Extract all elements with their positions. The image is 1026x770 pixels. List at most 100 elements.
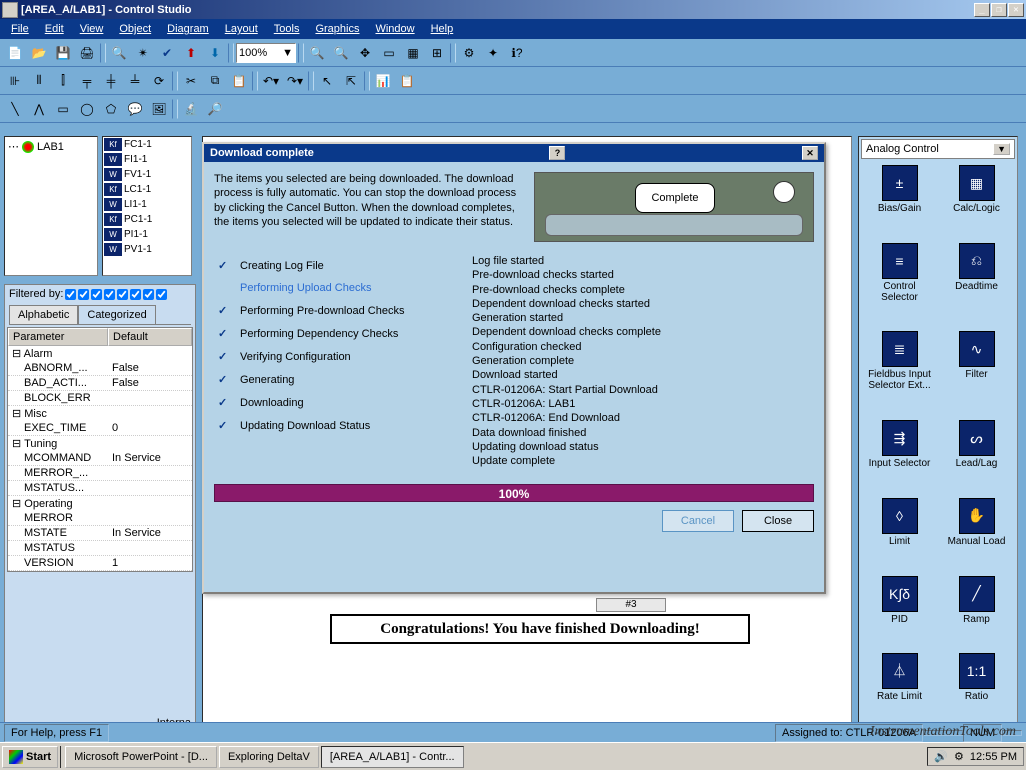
filter-checkbox[interactable]	[156, 289, 167, 300]
filter-checkbox[interactable]	[78, 289, 89, 300]
zoom-out-icon[interactable]: 🔍	[330, 42, 352, 64]
help-icon[interactable]: ℹ?	[506, 42, 528, 64]
column-parameter[interactable]: Parameter	[8, 328, 108, 346]
filter-checkbox[interactable]	[65, 289, 76, 300]
tray-icon[interactable]: 🔊	[934, 750, 948, 763]
param-group[interactable]: ⊟ Operating	[8, 496, 192, 511]
save-icon[interactable]: 💾	[52, 42, 74, 64]
param-row[interactable]: BLOCK_ERR	[8, 391, 192, 406]
palette-item[interactable]: ≡Control Selector	[863, 243, 936, 328]
palette-item[interactable]: K∫δPID	[863, 576, 936, 650]
dialog-close-button[interactable]: ✕	[802, 146, 818, 160]
block-item[interactable]: WFV1-1	[103, 167, 191, 182]
param-row[interactable]: MCOMMANDIn Service	[8, 451, 192, 466]
filter-checkbox[interactable]	[91, 289, 102, 300]
menu-view[interactable]: View	[73, 21, 111, 37]
tree-node-lab1[interactable]: ⋯ LAB1	[7, 139, 95, 154]
align-left-icon[interactable]: ⊪	[4, 70, 26, 92]
param-row[interactable]: EXEC_TIME0	[8, 421, 192, 436]
restore-button[interactable]: ❐	[991, 3, 1007, 17]
param-group[interactable]: ⊟ Misc	[8, 406, 192, 421]
palette-item[interactable]: ∿Filter	[940, 331, 1013, 416]
task-exploring-deltav[interactable]: Exploring DeltaV	[219, 746, 319, 768]
start-button[interactable]: Start	[2, 746, 58, 768]
up-arrow-icon[interactable]: ⬆	[180, 42, 202, 64]
param-row[interactable]: MERROR_...	[8, 466, 192, 481]
find-icon[interactable]: 🔍	[108, 42, 130, 64]
palette-item[interactable]: ⎌Deadtime	[940, 243, 1013, 328]
tab-alphabetic[interactable]: Alphabetic	[9, 305, 78, 324]
param-row[interactable]: MERROR	[8, 511, 192, 526]
block-item[interactable]: WFI1-1	[103, 152, 191, 167]
zoom-combobox[interactable]: 100%▼	[236, 43, 296, 63]
param-row[interactable]: MSTATUS	[8, 541, 192, 556]
palette-item[interactable]: ⇶Input Selector	[863, 420, 936, 494]
palette-item[interactable]: ╱Ramp	[940, 576, 1013, 650]
fit-view-icon[interactable]: ▭	[378, 42, 400, 64]
palette-item[interactable]: ᔕLead/Lag	[940, 420, 1013, 494]
filter-checkbox[interactable]	[104, 289, 115, 300]
filter-checkbox[interactable]	[143, 289, 154, 300]
undo-icon[interactable]: ↶▾	[260, 70, 282, 92]
zoom-tool-icon[interactable]: 🔎	[204, 98, 226, 120]
check-icon[interactable]: ✔	[156, 42, 178, 64]
menu-layout[interactable]: Layout	[218, 21, 265, 37]
block-item[interactable]: KfLC1-1	[103, 182, 191, 197]
menu-graphics[interactable]: Graphics	[308, 21, 366, 37]
palette-category-dropdown[interactable]: Analog Control	[861, 139, 1015, 159]
paste-icon[interactable]: 📋	[228, 70, 250, 92]
block-item[interactable]: KfFC1-1	[103, 137, 191, 152]
param-row[interactable]: MSTATUS...	[8, 481, 192, 496]
param-row[interactable]: VERSION1	[8, 556, 192, 571]
param-group[interactable]: ⊟ Alarm	[8, 346, 192, 361]
param-row[interactable]: ABNORM_...False	[8, 361, 192, 376]
palette-item[interactable]: ⏃Rate Limit	[863, 653, 936, 727]
minimize-button[interactable]: _	[974, 3, 990, 17]
palette-item[interactable]: 1:1Ratio	[940, 653, 1013, 727]
close-dialog-button[interactable]: Close	[742, 510, 814, 532]
filter-checkbox[interactable]	[130, 289, 141, 300]
clipboard-icon[interactable]: 📋	[396, 70, 418, 92]
align-bottom-icon[interactable]: ╧	[124, 70, 146, 92]
block-item[interactable]: WLI1-1	[103, 197, 191, 212]
print-icon[interactable]: 🖨	[76, 42, 98, 64]
open-icon[interactable]: 📂	[28, 42, 50, 64]
menu-edit[interactable]: Edit	[38, 21, 71, 37]
palette-item[interactable]: ✋Manual Load	[940, 498, 1013, 572]
block-list[interactable]: KfFC1-1WFI1-1WFV1-1KfLC1-1WLI1-1KfPC1-1W…	[102, 136, 192, 276]
param-row[interactable]: BAD_ACTI...False	[8, 376, 192, 391]
callout-tool-icon[interactable]: 💬	[124, 98, 146, 120]
grid-icon[interactable]: ⊞	[426, 42, 448, 64]
tab-categorized[interactable]: Categorized	[78, 305, 155, 324]
block-item[interactable]: WPV1-1	[103, 242, 191, 257]
align-top-icon[interactable]: ╤	[76, 70, 98, 92]
param-row[interactable]: MSTATEIn Service	[8, 526, 192, 541]
rect-tool-icon[interactable]: ▭	[52, 98, 74, 120]
tool-icon[interactable]: ⚙	[458, 42, 480, 64]
rotate-icon[interactable]: ⟳	[148, 70, 170, 92]
parameter-grid[interactable]: Parameter Default ⊟ AlarmABNORM_...False…	[7, 327, 193, 572]
inspect-tool-icon[interactable]: 🔬	[180, 98, 202, 120]
palette-item[interactable]: ±Bias/Gain	[863, 165, 936, 239]
pointer-icon[interactable]: ↖	[316, 70, 338, 92]
task-powerpoint[interactable]: Microsoft PowerPoint - [D...	[65, 746, 217, 768]
tray-icon[interactable]: ⚙	[954, 750, 964, 763]
probe-icon[interactable]: ⇱	[340, 70, 362, 92]
palette-item[interactable]: ◊Limit	[863, 498, 936, 572]
menu-file[interactable]: File	[4, 21, 36, 37]
down-arrow-icon[interactable]: ⬇	[204, 42, 226, 64]
graphics-icon[interactable]: ✴	[132, 42, 154, 64]
filter-checkbox[interactable]	[117, 289, 128, 300]
param-group[interactable]: ⊟ Tuning	[8, 436, 192, 451]
align-mid-icon[interactable]: ╪	[100, 70, 122, 92]
palette-item[interactable]: ▦Calc/Logic	[940, 165, 1013, 239]
polygon-tool-icon[interactable]: ⬠	[100, 98, 122, 120]
polyline-tool-icon[interactable]: ⋀	[28, 98, 50, 120]
new-icon[interactable]: 📄	[4, 42, 26, 64]
menu-tools[interactable]: Tools	[267, 21, 307, 37]
cut-icon[interactable]: ✂	[180, 70, 202, 92]
dialog-help-button[interactable]: ?	[549, 146, 565, 160]
system-tray[interactable]: 🔊 ⚙ 12:55 PM	[927, 747, 1024, 766]
column-default[interactable]: Default	[108, 328, 192, 346]
close-button[interactable]: ✕	[1008, 3, 1024, 17]
